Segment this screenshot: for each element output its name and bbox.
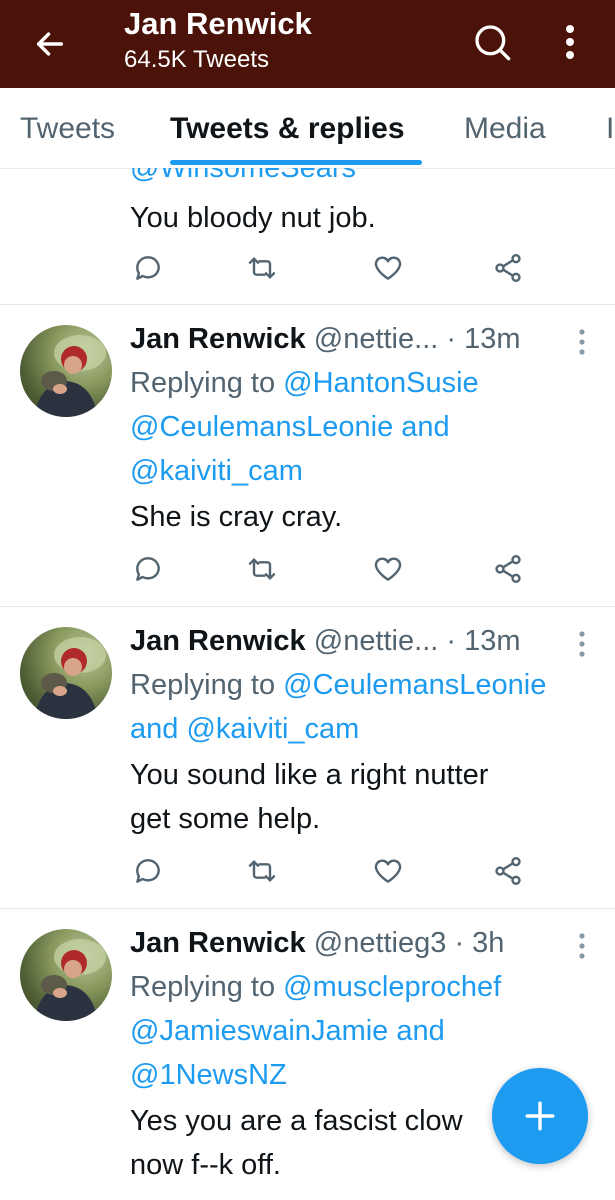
more-vertical-icon[interactable] xyxy=(572,629,592,659)
like-icon[interactable] xyxy=(372,553,404,585)
reply-connector: and xyxy=(388,1015,445,1047)
avatar-photo xyxy=(34,939,106,1021)
more-vertical-icon[interactable] xyxy=(572,931,592,961)
mention-link[interactable]: @kaiviti_cam xyxy=(186,713,359,745)
tweet-item[interactable]: Jan Renwick @nettie... · 13m Replying to… xyxy=(0,305,615,607)
search-icon xyxy=(475,25,511,61)
reply-prefix: Replying to xyxy=(130,367,284,399)
profile-name-title: Jan Renwick xyxy=(124,6,312,41)
mention-link[interactable]: @CeulemansLeonie xyxy=(283,669,546,701)
author-handle[interactable]: @nettie... xyxy=(314,323,439,355)
reply-context: @kaiviti_cam xyxy=(130,449,303,493)
tweet-item[interactable]: @WinsomeSears You bloody nut job. xyxy=(0,168,615,305)
more-vertical-icon xyxy=(566,25,574,59)
tweet-text: get some help. xyxy=(130,803,321,835)
tweet-feed[interactable]: @WinsomeSears You bloody nut job. Jan Re… xyxy=(0,168,615,1200)
share-icon[interactable] xyxy=(492,553,524,585)
reply-context: Replying to @CeulemansLeonie xyxy=(130,663,546,707)
tweet-text: You bloody nut job. xyxy=(130,202,376,234)
like-icon[interactable] xyxy=(372,855,404,887)
tweet-header: Jan Renwick @nettie... · 13m xyxy=(130,323,521,356)
avatar[interactable] xyxy=(20,929,112,1021)
arrow-left-icon xyxy=(36,32,64,56)
retweet-icon[interactable] xyxy=(246,553,278,585)
reply-icon[interactable] xyxy=(132,553,164,585)
author-name[interactable]: Jan Renwick xyxy=(130,927,306,959)
compose-plus-icon xyxy=(525,1101,555,1131)
tweet-actions xyxy=(0,252,615,292)
reply-connector: and xyxy=(130,713,187,745)
reply-context: @WinsomeSears xyxy=(130,168,356,190)
avatar[interactable] xyxy=(20,627,112,719)
compose-tweet-button[interactable] xyxy=(492,1068,588,1164)
reply-icon[interactable] xyxy=(132,252,164,284)
tweet-text: She is cray cray. xyxy=(130,501,343,533)
tweet-time: · 13m xyxy=(446,323,521,355)
tweet-text: Yes you are a fascist clow xyxy=(130,1105,463,1137)
mention-link[interactable]: @muscleprochef xyxy=(283,971,501,1003)
tab-media[interactable]: Media xyxy=(464,112,546,146)
author-name[interactable]: Jan Renwick xyxy=(130,323,306,355)
reply-context: Replying to @muscleprochef xyxy=(130,965,501,1009)
retweet-icon[interactable] xyxy=(246,855,278,887)
tweet-actions xyxy=(0,553,615,593)
avatar-photo xyxy=(34,637,106,719)
reply-context: @1NewsNZ xyxy=(130,1053,287,1097)
tweet-header: Jan Renwick @nettie... · 13m xyxy=(130,625,521,658)
tab-tweets[interactable]: Tweets xyxy=(20,112,115,146)
reply-context: @JamieswainJamie and xyxy=(130,1009,445,1053)
more-options-button[interactable] xyxy=(552,18,588,66)
tweet-text: You sound like a right nutter xyxy=(130,759,489,791)
share-icon[interactable] xyxy=(492,252,524,284)
reply-context: @CeulemansLeonie and xyxy=(130,405,450,449)
tweet-actions xyxy=(0,855,615,895)
avatar[interactable] xyxy=(20,325,112,417)
more-vertical-icon[interactable] xyxy=(572,327,592,357)
author-name[interactable]: Jan Renwick xyxy=(130,625,306,657)
mention-link[interactable]: @kaiviti_cam xyxy=(130,455,303,487)
profile-tabs: Tweets Tweets & replies Media I xyxy=(0,88,615,169)
like-icon[interactable] xyxy=(372,252,404,284)
reply-connector: and xyxy=(393,411,450,443)
avatar-photo xyxy=(34,335,106,417)
profile-header: Jan Renwick 64.5K Tweets xyxy=(0,0,615,88)
author-handle[interactable]: @nettie... xyxy=(314,625,439,657)
reply-context: Replying to @HantonSusie xyxy=(130,361,479,405)
retweet-icon[interactable] xyxy=(246,252,278,284)
tab-next-cutoff[interactable]: I xyxy=(606,112,614,146)
active-tab-indicator xyxy=(170,160,422,165)
tab-tweets-and-replies[interactable]: Tweets & replies xyxy=(170,112,405,146)
mention-link[interactable]: @JamieswainJamie xyxy=(130,1015,388,1047)
author-handle[interactable]: @nettieg3 xyxy=(314,927,447,959)
mention-link[interactable]: @1NewsNZ xyxy=(130,1059,287,1091)
reply-prefix: Replying to xyxy=(130,971,284,1003)
back-button[interactable] xyxy=(28,22,72,66)
tweet-header: Jan Renwick @nettieg3 · 3h xyxy=(130,927,504,960)
tweet-count: 64.5K Tweets xyxy=(124,46,269,73)
share-icon[interactable] xyxy=(492,855,524,887)
mention-link[interactable]: @CeulemansLeonie xyxy=(130,411,393,443)
reply-context: and @kaiviti_cam xyxy=(130,707,359,751)
reply-icon[interactable] xyxy=(132,855,164,887)
mention-link[interactable]: @HantonSusie xyxy=(283,367,479,399)
mention-link[interactable]: @WinsomeSears xyxy=(130,168,356,184)
tweet-time: · 3h xyxy=(454,927,505,959)
tweet-time: · 13m xyxy=(446,625,521,657)
tweet-item[interactable]: Jan Renwick @nettie... · 13m Replying to… xyxy=(0,607,615,909)
tweet-text: now f--k off. xyxy=(130,1149,281,1181)
search-button[interactable] xyxy=(468,18,516,66)
reply-prefix: Replying to xyxy=(130,669,284,701)
